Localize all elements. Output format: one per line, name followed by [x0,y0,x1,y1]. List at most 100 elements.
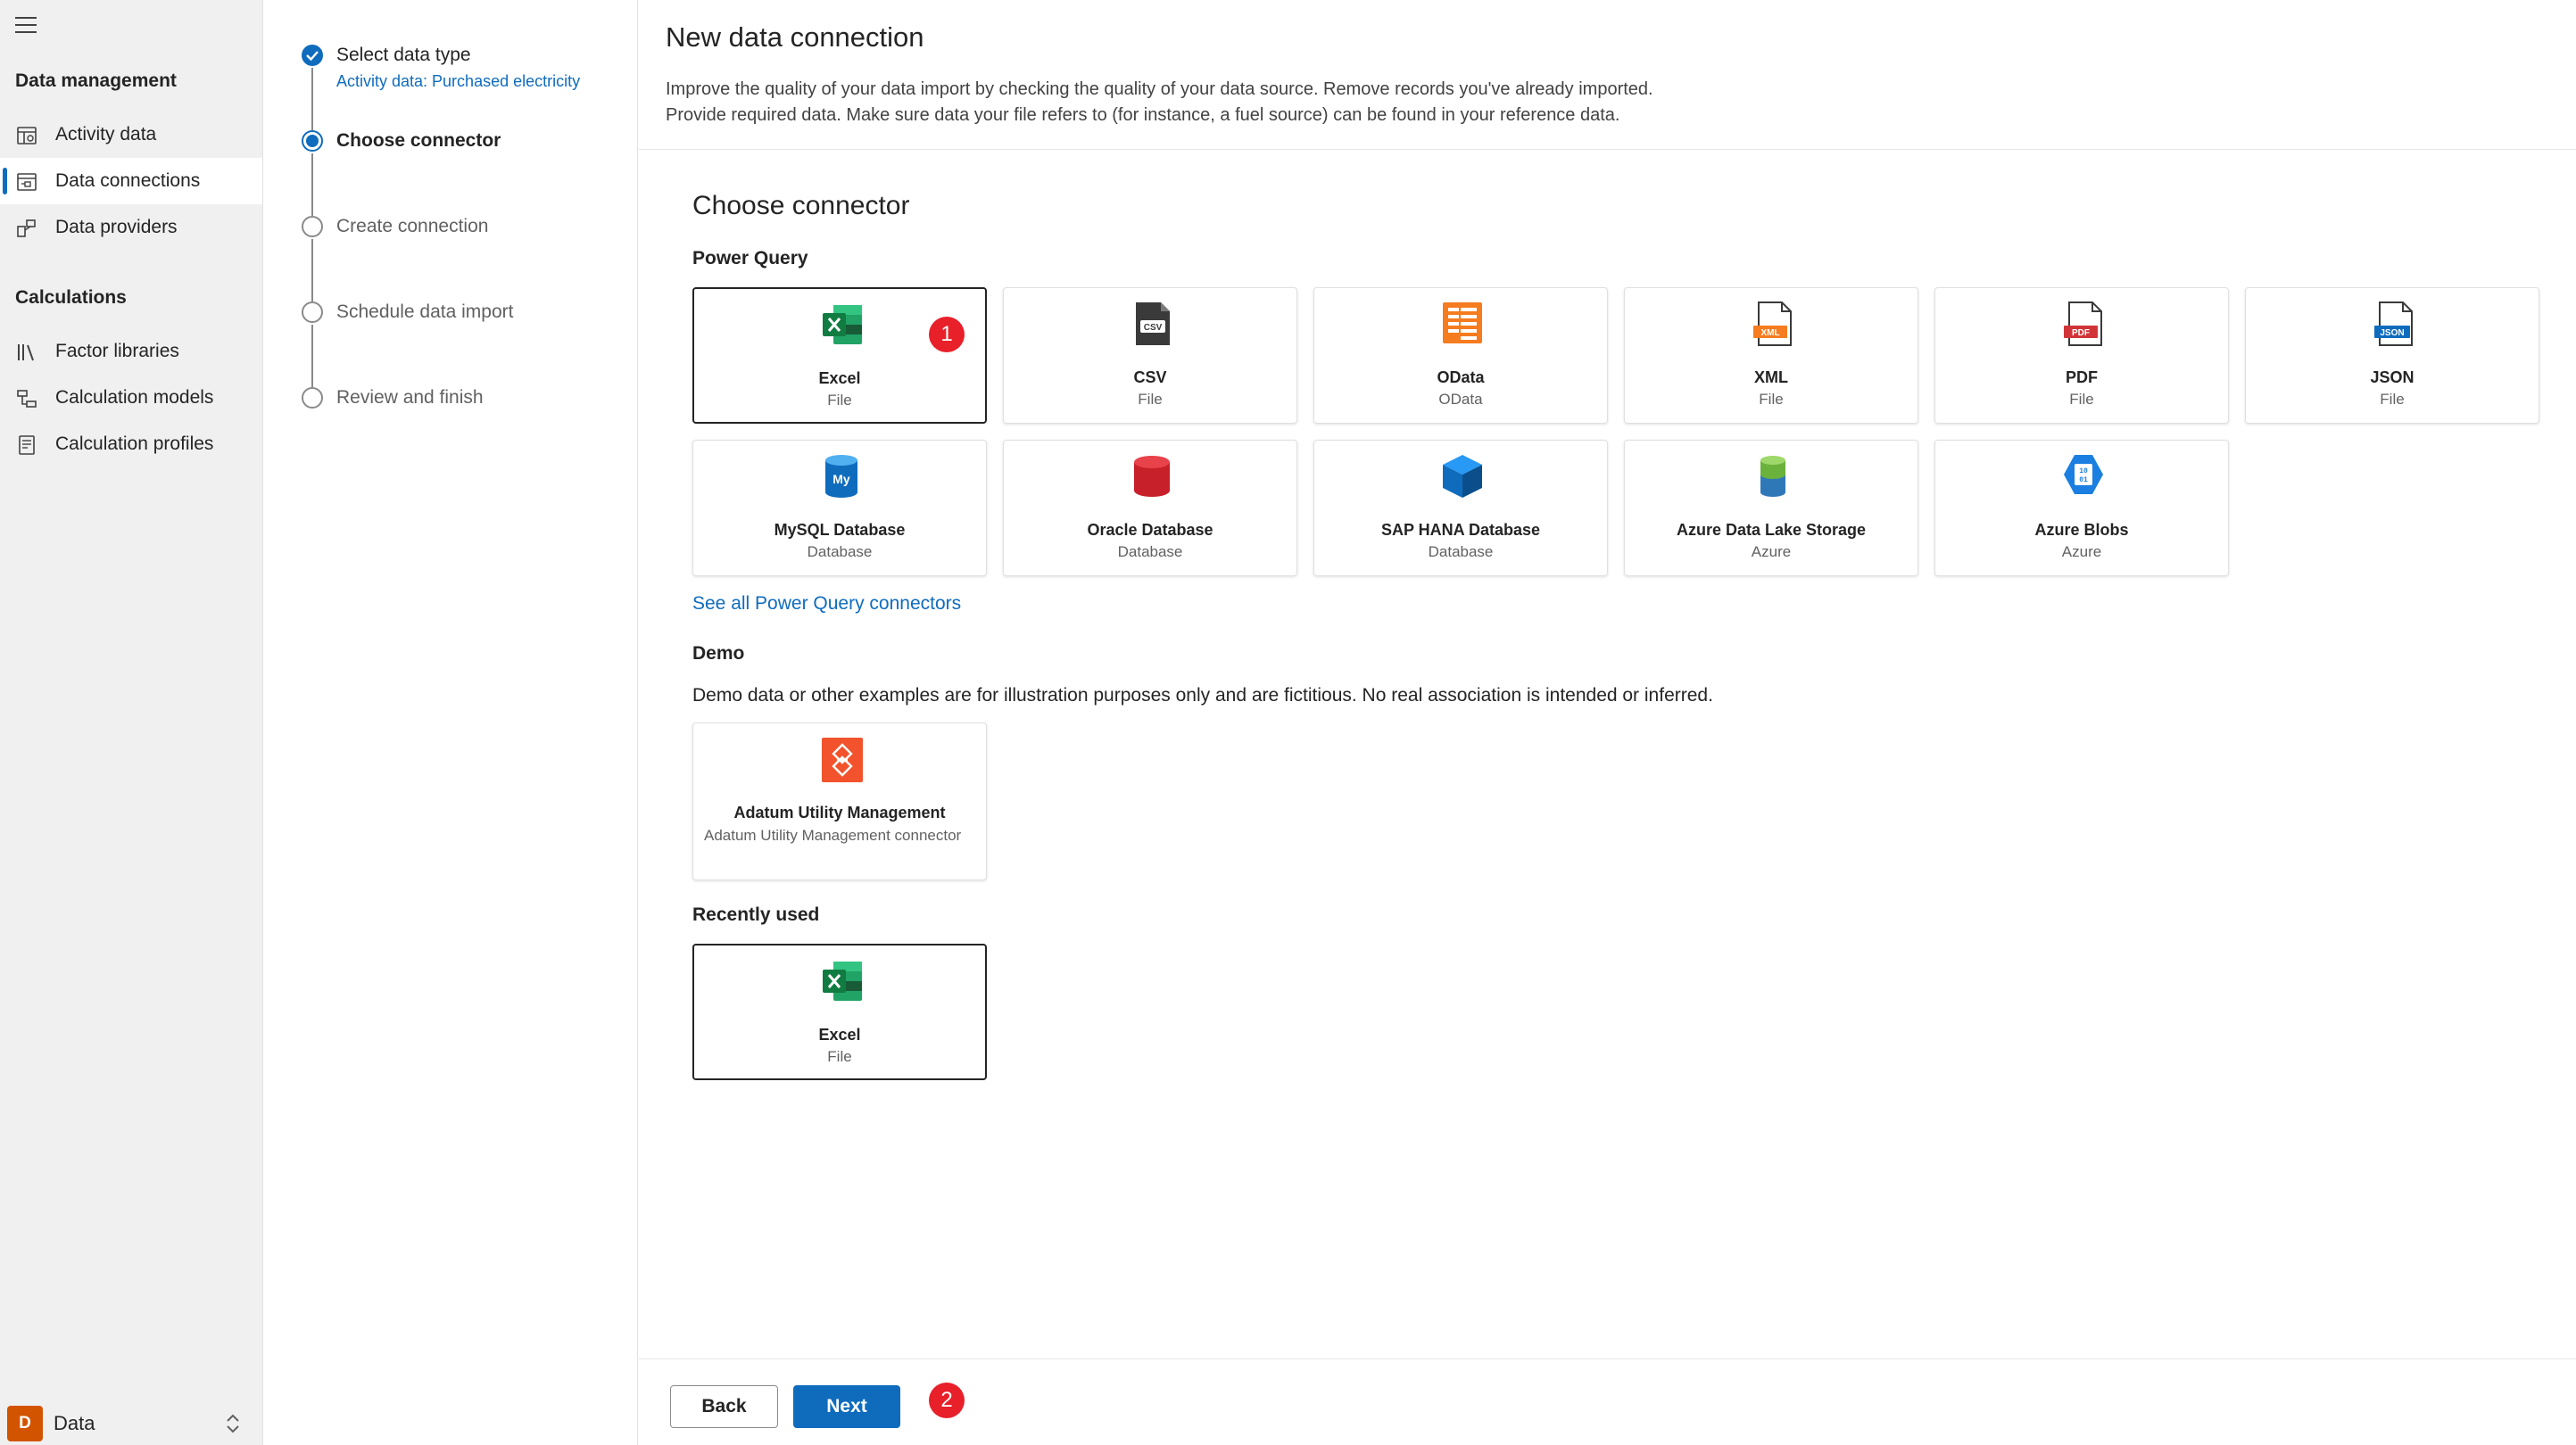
excel-icon [823,305,862,344]
connector-type: File [2380,391,2405,408]
callout-badge-1: 1 [929,317,965,352]
connector-card-pdf[interactable]: PDF PDF File [1934,287,2229,424]
nav-item-data-providers[interactable]: Data providers [0,204,262,251]
connector-title: Excel [818,1026,861,1044]
connector-type: Adatum Utility Management connector [704,827,962,844]
connector-type: Azure [1751,543,1792,560]
connector-card-xml[interactable]: XML XML File [1624,287,1918,424]
step-current-indicator [302,130,323,152]
connector-type: Database [1428,543,1494,560]
oracle-icon [1134,456,1170,497]
step-pending-indicator [302,301,323,323]
azure-blobs-icon: 1001 [2064,455,2103,494]
connector-card-csv[interactable]: CSV CSV File [1003,287,1297,424]
hamburger-menu-icon[interactable] [15,15,38,35]
divider [639,1358,2576,1359]
group-title-recently-used: Recently used [692,904,820,925]
step-connector-line [311,325,313,387]
pdf-icon: PDF [2064,301,2102,346]
connector-card-mysql[interactable]: My MySQL Database Database [692,440,987,576]
see-all-power-query-connectors-link[interactable]: See all Power Query connectors [692,593,961,615]
connector-title: CSV [1133,368,1167,386]
svg-text:10: 10 [2079,467,2088,475]
connector-card-json[interactable]: JSON JSON File [2245,287,2539,424]
svg-text:JSON: JSON [2380,328,2404,338]
nav-item-label: Data providers [55,217,178,237]
recent-connector-card-excel[interactable]: Excel File [692,944,987,1080]
connector-type: File [2069,391,2094,408]
connector-card-sap-hana[interactable]: SAP HANA Database Database [1313,440,1608,576]
nav-item-label: Calculation profiles [55,434,214,454]
json-icon: JSON [2374,301,2413,346]
divider [639,149,2576,150]
connector-type: File [1759,391,1784,408]
step-select-data-type: Select data type [336,45,471,65]
nav-section-calculations: Calculations [15,287,127,308]
svg-text:My: My [832,472,850,486]
step-pending-indicator [302,216,323,237]
factor-libraries-icon [18,344,34,361]
nav-item-label: Factor libraries [55,341,179,361]
connector-card-excel[interactable]: Excel File [692,287,987,424]
connector-title: Oracle Database [1087,521,1213,539]
connector-title: JSON [2370,368,2414,386]
step-connector-line [311,68,313,130]
section-title: Choose connector [692,191,910,220]
back-button[interactable]: Back [670,1385,778,1428]
nav-item-factor-libraries[interactable]: Factor libraries [0,328,262,375]
step-schedule-data-import: Schedule data import [336,301,514,322]
area-badge: D [7,1406,43,1441]
connector-title: XML [1754,368,1788,386]
nav-item-calculation-models[interactable]: Calculation models [0,375,262,421]
svg-text:XML: XML [1760,328,1779,338]
svg-text:01: 01 [2079,476,2088,484]
demo-disclaimer: Demo data or other examples are for illu… [692,685,1713,706]
nav-item-label: Data connections [55,170,201,191]
connector-card-odata[interactable]: OData OData [1313,287,1608,424]
adatum-icon [822,738,863,782]
data-connections-icon [17,173,37,191]
odata-icon [1443,302,1482,343]
area-switcher[interactable]: D Data [0,1402,262,1445]
group-title-power-query: Power Query [692,248,808,268]
svg-text:PDF: PDF [2072,328,2090,338]
svg-text:CSV: CSV [1144,323,1163,333]
step-selected-data-type: Activity data: Purchased electricity [336,72,581,90]
connector-card-adatum-utility-management[interactable]: Adatum Utility Management Adatum Utility… [692,722,987,880]
page-description-line-1: Improve the quality of your data import … [666,79,1653,99]
connector-title: PDF [2066,368,2098,386]
azure-data-lake-icon [1760,456,1785,497]
connector-title: Adatum Utility Management [733,804,946,822]
connector-type: Database [807,543,873,560]
step-create-connection: Create connection [336,216,489,236]
group-title-demo: Demo [692,643,745,664]
step-review-and-finish: Review and finish [336,387,484,408]
xml-icon: XML [1753,301,1792,346]
nav-item-calculation-profiles[interactable]: Calculation profiles [0,421,262,467]
excel-icon [823,962,862,1001]
nav-item-activity-data[interactable]: Activity data [0,111,262,158]
nav-item-data-connections[interactable]: Data connections [0,158,262,204]
connector-title: Excel [818,369,861,387]
chevron-up-down-icon [227,1414,239,1433]
connector-type: File [827,1048,852,1065]
next-button[interactable]: Next [793,1385,900,1428]
step-connector-line [311,239,313,301]
page-description-line-2: Provide required data. Make sure data yo… [666,105,1620,125]
step-pending-indicator [302,387,323,409]
nav-item-label: Activity data [55,124,157,144]
connector-type: OData [1438,391,1483,408]
connector-card-azure-data-lake[interactable]: Azure Data Lake Storage Azure [1624,440,1918,576]
connector-type: Database [1117,543,1183,560]
left-navigation: Data management Activity data Data conne… [0,0,263,1445]
connector-type: File [1138,391,1163,408]
connector-type: Azure [2061,543,2102,560]
activity-data-icon [17,127,37,144]
connector-card-oracle[interactable]: Oracle Database Database [1003,440,1297,576]
mysql-icon: My [825,455,857,498]
step-complete-checkmark-icon [302,45,323,66]
step-connector-line [311,153,313,216]
nav-section-data-management: Data management [15,70,177,91]
connector-card-azure-blobs[interactable]: 10 01 Azure Blobs Azure [1934,440,2229,576]
connector-title: Azure Blobs [2034,521,2129,539]
